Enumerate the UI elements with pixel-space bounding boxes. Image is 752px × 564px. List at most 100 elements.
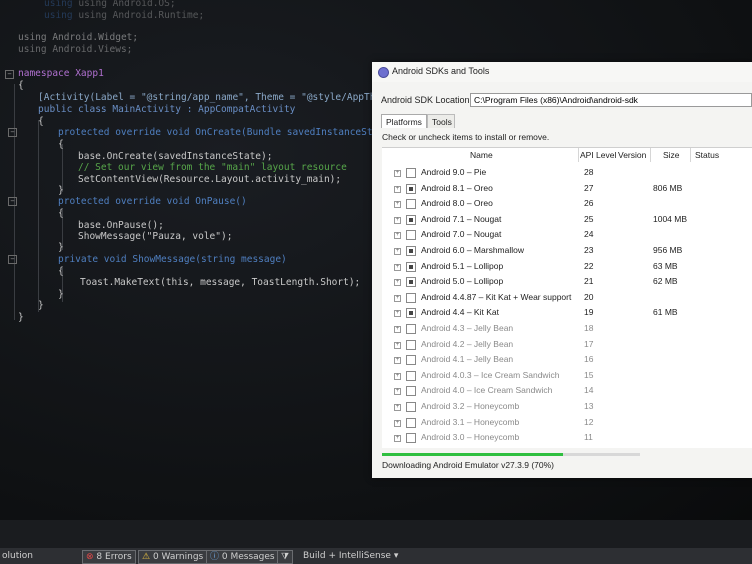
code-line: namespace Xapp1	[18, 68, 104, 79]
platform-api-level: 22	[584, 260, 594, 271]
column-header-status[interactable]: Status	[695, 148, 719, 162]
expand-icon[interactable]: +	[394, 388, 401, 396]
table-row[interactable]: + Android 8.1 – Oreo 27 806 MB	[382, 181, 752, 197]
column-header-name[interactable]: Name	[470, 148, 493, 162]
platform-checkbox[interactable]	[406, 292, 416, 303]
table-row[interactable]: + Android 6.0 – Marshmallow 23 956 MB	[382, 243, 752, 259]
platform-name: Android 4.4 – Kit Kat	[421, 307, 499, 318]
build-scope-dropdown[interactable]: Build + IntelliSense ▾	[303, 550, 398, 562]
expand-icon[interactable]: +	[394, 232, 401, 240]
platform-checkbox[interactable]	[406, 417, 416, 428]
dialog-titlebar[interactable]: Android SDKs and Tools	[372, 62, 752, 82]
expand-icon[interactable]: +	[394, 263, 401, 271]
column-header-size[interactable]: Size	[663, 148, 680, 162]
filter-icon[interactable]: ⧩	[277, 550, 294, 564]
expand-icon[interactable]: +	[394, 357, 401, 365]
platform-checkbox[interactable]	[406, 308, 416, 319]
platform-checkbox[interactable]	[406, 386, 416, 397]
platform-api-level: 15	[584, 369, 594, 380]
expand-icon[interactable]: +	[394, 435, 401, 443]
table-row[interactable]: + Android 4.2 – Jelly Bean 17	[382, 337, 752, 353]
expand-icon[interactable]: +	[394, 341, 401, 349]
platform-checkbox[interactable]	[406, 277, 416, 288]
table-row[interactable]: + Android 3.0 – Honeycomb 11	[382, 430, 752, 446]
platform-api-level: 17	[584, 338, 594, 349]
table-row[interactable]: + Android 3.2 – Honeycomb 13	[382, 399, 752, 415]
column-header-api-level[interactable]: API Level	[580, 148, 616, 162]
code-line: using Android.Widget;	[18, 32, 139, 43]
platform-api-level: 27	[584, 182, 594, 193]
instructions-text: Check or uncheck items to install or rem…	[382, 132, 550, 142]
sdk-location-input[interactable]	[470, 93, 752, 107]
expand-icon[interactable]: +	[394, 419, 401, 427]
platform-checkbox[interactable]	[406, 230, 416, 241]
message-icon: ⓘ	[210, 552, 220, 562]
table-row[interactable]: + Android 5.0 – Lollipop 21 62 MB	[382, 274, 752, 290]
platform-size: 61 MB	[653, 307, 678, 318]
expand-icon[interactable]: +	[394, 170, 401, 177]
expand-icon[interactable]: +	[394, 248, 401, 255]
table-row[interactable]: + Android 5.1 – Lollipop 22 63 MB	[382, 259, 752, 275]
platform-checkbox[interactable]	[406, 199, 416, 210]
table-row[interactable]: + Android 4.0.3 – Ice Cream Sandwich 15	[382, 368, 752, 384]
fold-toggle[interactable]: −	[8, 255, 17, 264]
messages-label: 0 Messages	[221, 552, 275, 562]
fold-toggle[interactable]: −	[8, 197, 17, 206]
platform-size: 63 MB	[653, 260, 678, 271]
warnings-filter-button[interactable]: ⚠ 0 Warnings	[138, 550, 208, 564]
platform-checkbox[interactable]	[406, 324, 416, 334]
expand-icon[interactable]: +	[394, 326, 401, 333]
platforms-table[interactable]: Name API Level Version Size Status + Andr…	[382, 147, 752, 448]
expand-icon[interactable]: +	[394, 185, 401, 193]
expand-icon[interactable]: +	[394, 310, 401, 318]
column-divider[interactable]	[690, 148, 691, 162]
platform-checkbox[interactable]	[406, 370, 416, 381]
platform-name: Android 6.0 – Marshmallow	[421, 245, 524, 255]
expand-icon[interactable]: +	[394, 201, 401, 209]
expand-icon[interactable]: +	[394, 294, 401, 302]
platform-checkbox[interactable]	[406, 168, 416, 178]
tab-tools[interactable]: Tools	[427, 114, 455, 128]
status-bar: olution ⊗ 8 Errors ⚠ 0 Warnings ⓘ 0 Mess…	[0, 520, 752, 564]
column-header-version[interactable]: Version	[618, 148, 646, 162]
column-divider[interactable]	[578, 148, 579, 162]
expand-icon[interactable]: +	[394, 279, 401, 287]
table-row[interactable]: + Android 4.1 – Jelly Bean 16	[382, 352, 752, 368]
messages-filter-button[interactable]: ⓘ 0 Messages	[206, 550, 279, 564]
expand-icon[interactable]: +	[394, 404, 401, 411]
platform-api-level: 23	[584, 245, 594, 255]
table-row[interactable]: + Android 4.3 – Jelly Bean 18	[382, 321, 752, 337]
table-row[interactable]: + Android 3.1 – Honeycomb 12	[382, 415, 752, 431]
platform-checkbox[interactable]	[406, 402, 416, 412]
table-row[interactable]: + Android 8.0 – Oreo 26	[382, 196, 752, 212]
table-row[interactable]: + Android 9.0 – Pie 28	[382, 165, 752, 181]
expand-icon[interactable]: +	[394, 372, 401, 380]
solution-filter[interactable]: olution	[2, 550, 33, 562]
table-row[interactable]: + Android 4.4 – Kit Kat 19 61 MB	[382, 305, 752, 321]
platform-checkbox[interactable]	[406, 183, 416, 194]
table-row[interactable]: + Android 7.0 – Nougat 24	[382, 227, 752, 243]
tab-platforms[interactable]: Platforms	[381, 114, 427, 128]
code-line: using Android.Views;	[18, 44, 133, 55]
platform-checkbox[interactable]	[406, 261, 416, 272]
errors-filter-button[interactable]: ⊗ 8 Errors	[82, 550, 136, 564]
platform-checkbox[interactable]	[406, 246, 416, 256]
table-row[interactable]: + Android 7.1 – Nougat 25 1004 MB	[382, 212, 752, 228]
platform-checkbox[interactable]	[406, 339, 416, 350]
platform-checkbox[interactable]	[406, 433, 416, 444]
fold-toggle[interactable]: −	[5, 70, 14, 79]
platform-checkbox[interactable]	[406, 355, 416, 366]
platform-size: 806 MB	[653, 182, 683, 193]
table-row[interactable]: + Android 4.4.87 – Kit Kat + Wear support…	[382, 290, 752, 306]
platform-api-level: 19	[584, 307, 594, 318]
platform-name: Android 5.1 – Lollipop	[421, 260, 504, 271]
column-divider[interactable]	[650, 148, 651, 162]
platform-name: Android 4.2 – Jelly Bean	[421, 338, 514, 349]
fold-toggle[interactable]: −	[8, 128, 17, 137]
platform-checkbox[interactable]	[406, 214, 416, 225]
platform-name: Android 4.0 – Ice Cream Sandwich	[421, 385, 553, 396]
table-row[interactable]: + Android 4.0 – Ice Cream Sandwich 14	[382, 383, 752, 399]
platform-api-level: 24	[584, 229, 594, 240]
expand-icon[interactable]: +	[394, 216, 401, 224]
platform-api-level: 28	[584, 167, 594, 177]
